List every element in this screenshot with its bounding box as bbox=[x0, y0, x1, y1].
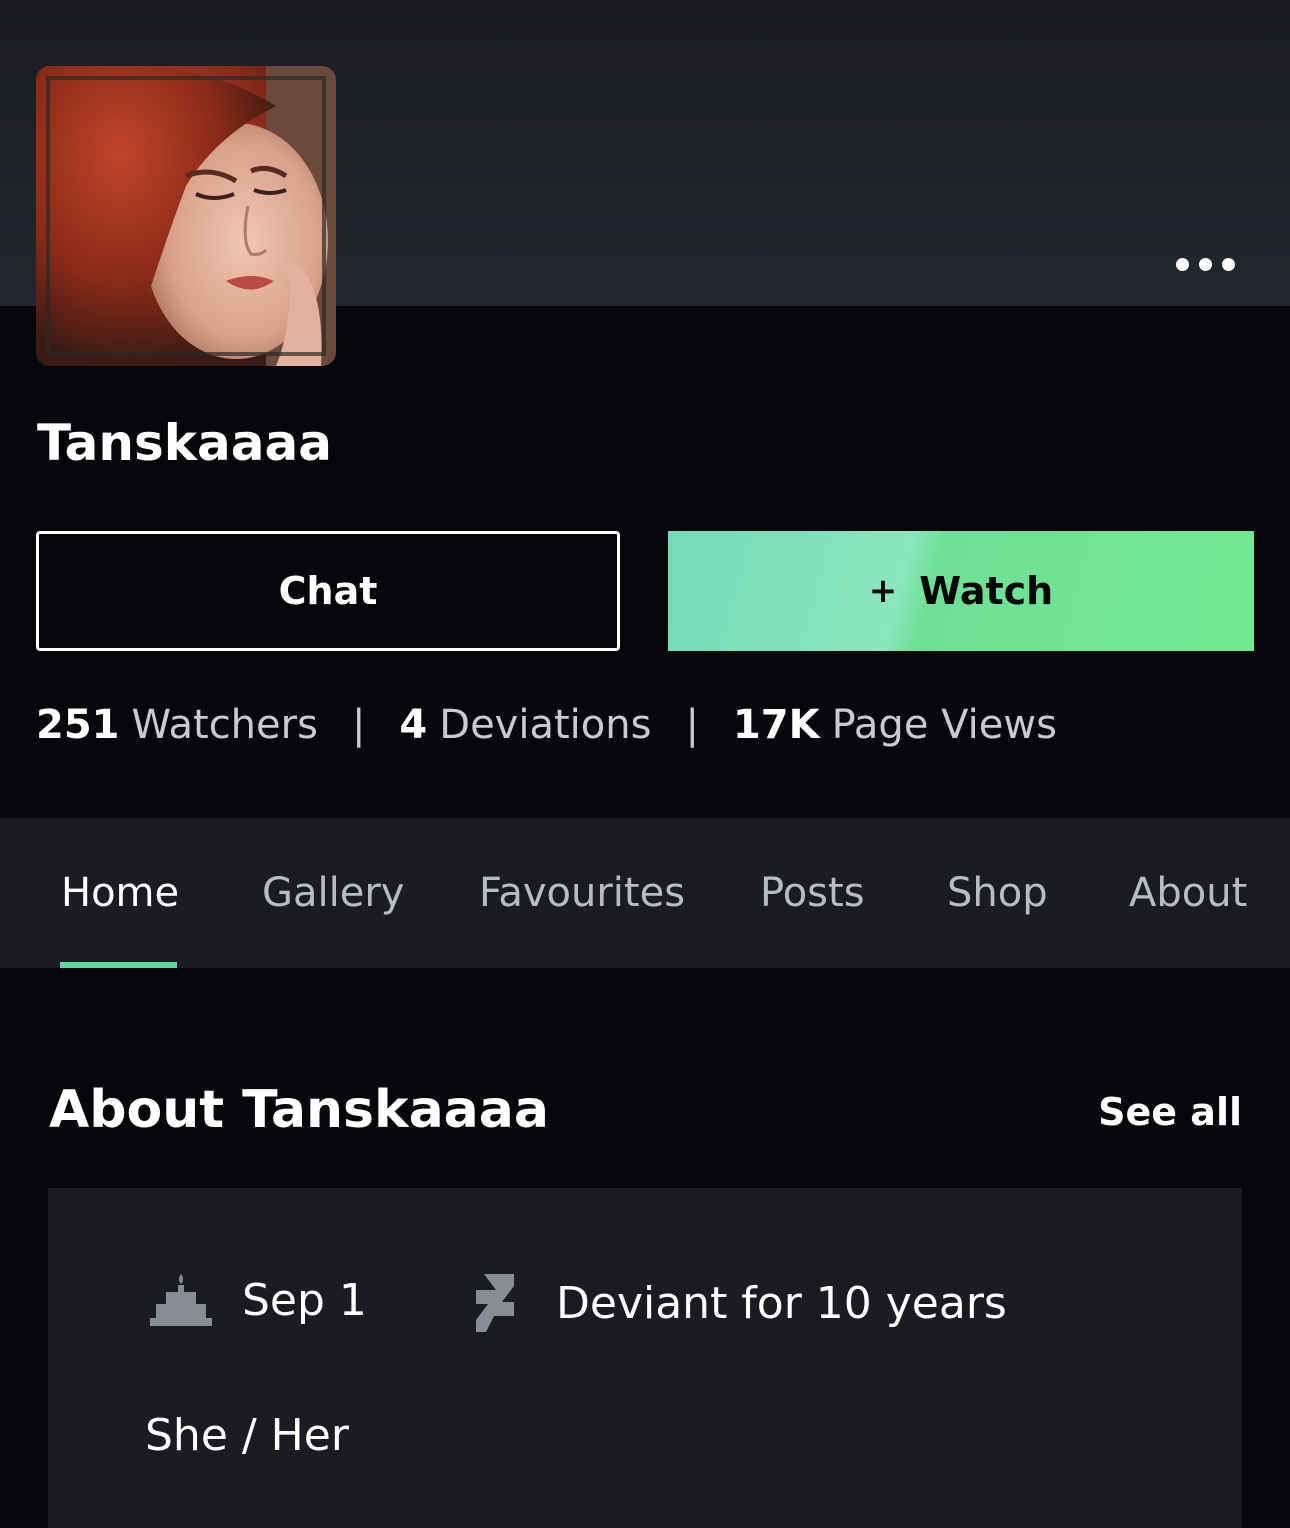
watch-button[interactable]: + Watch bbox=[668, 531, 1254, 651]
chat-button[interactable]: Chat bbox=[36, 531, 620, 651]
deviant-since-text: Deviant for 10 years bbox=[556, 1277, 1007, 1329]
watch-button-label: Watch bbox=[919, 569, 1054, 613]
avatar[interactable] bbox=[36, 66, 336, 366]
more-dot-icon bbox=[1198, 257, 1212, 271]
tab-about[interactable]: About bbox=[1129, 818, 1247, 968]
deviations-label[interactable]: Deviations bbox=[439, 702, 651, 748]
chat-button-label: Chat bbox=[278, 569, 378, 613]
birthday-row: Sep 1 bbox=[148, 1272, 367, 1328]
pronouns-text: She / Her bbox=[145, 1410, 349, 1461]
birthday-text: Sep 1 bbox=[242, 1274, 367, 1326]
tab-gallery[interactable]: Gallery bbox=[262, 818, 404, 968]
watchers-label[interactable]: Watchers bbox=[132, 702, 318, 748]
page-views-count: 17K bbox=[732, 702, 820, 748]
profile-tab-bar: Home Gallery Favourites Posts Shop About bbox=[0, 818, 1290, 968]
stats-separator: | bbox=[685, 702, 699, 748]
birthday-cake-icon bbox=[150, 1274, 212, 1326]
avatar-image bbox=[36, 66, 336, 366]
tab-favourites[interactable]: Favourites bbox=[479, 818, 685, 968]
see-all-link[interactable]: See all bbox=[1098, 1090, 1242, 1134]
more-options-button[interactable] bbox=[1150, 226, 1260, 302]
about-section-title: About Tanskaaaa bbox=[49, 1080, 549, 1140]
about-card: Sep 1 Deviant for 10 years She / Her bbox=[48, 1188, 1242, 1528]
tab-posts[interactable]: Posts bbox=[760, 818, 865, 968]
more-dot-icon bbox=[1221, 257, 1235, 271]
watchers-count: 251 bbox=[36, 702, 120, 748]
pronouns-row: She / Her bbox=[145, 1410, 349, 1461]
deviations-count: 4 bbox=[399, 702, 428, 748]
deviant-since-row: Deviant for 10 years bbox=[474, 1272, 1007, 1334]
deviantart-logo-icon bbox=[476, 1274, 514, 1332]
profile-stats: 251 Watchers | 4 Deviations | 17K Page V… bbox=[36, 702, 1057, 748]
more-dot-icon bbox=[1175, 257, 1189, 271]
page-views-label: Page Views bbox=[831, 702, 1057, 748]
username: Tanskaaaa bbox=[37, 414, 332, 472]
tab-shop[interactable]: Shop bbox=[947, 818, 1048, 968]
tab-home[interactable]: Home bbox=[61, 818, 179, 968]
plus-icon: + bbox=[868, 571, 898, 611]
active-tab-indicator bbox=[60, 962, 177, 968]
stats-separator: | bbox=[351, 702, 366, 748]
